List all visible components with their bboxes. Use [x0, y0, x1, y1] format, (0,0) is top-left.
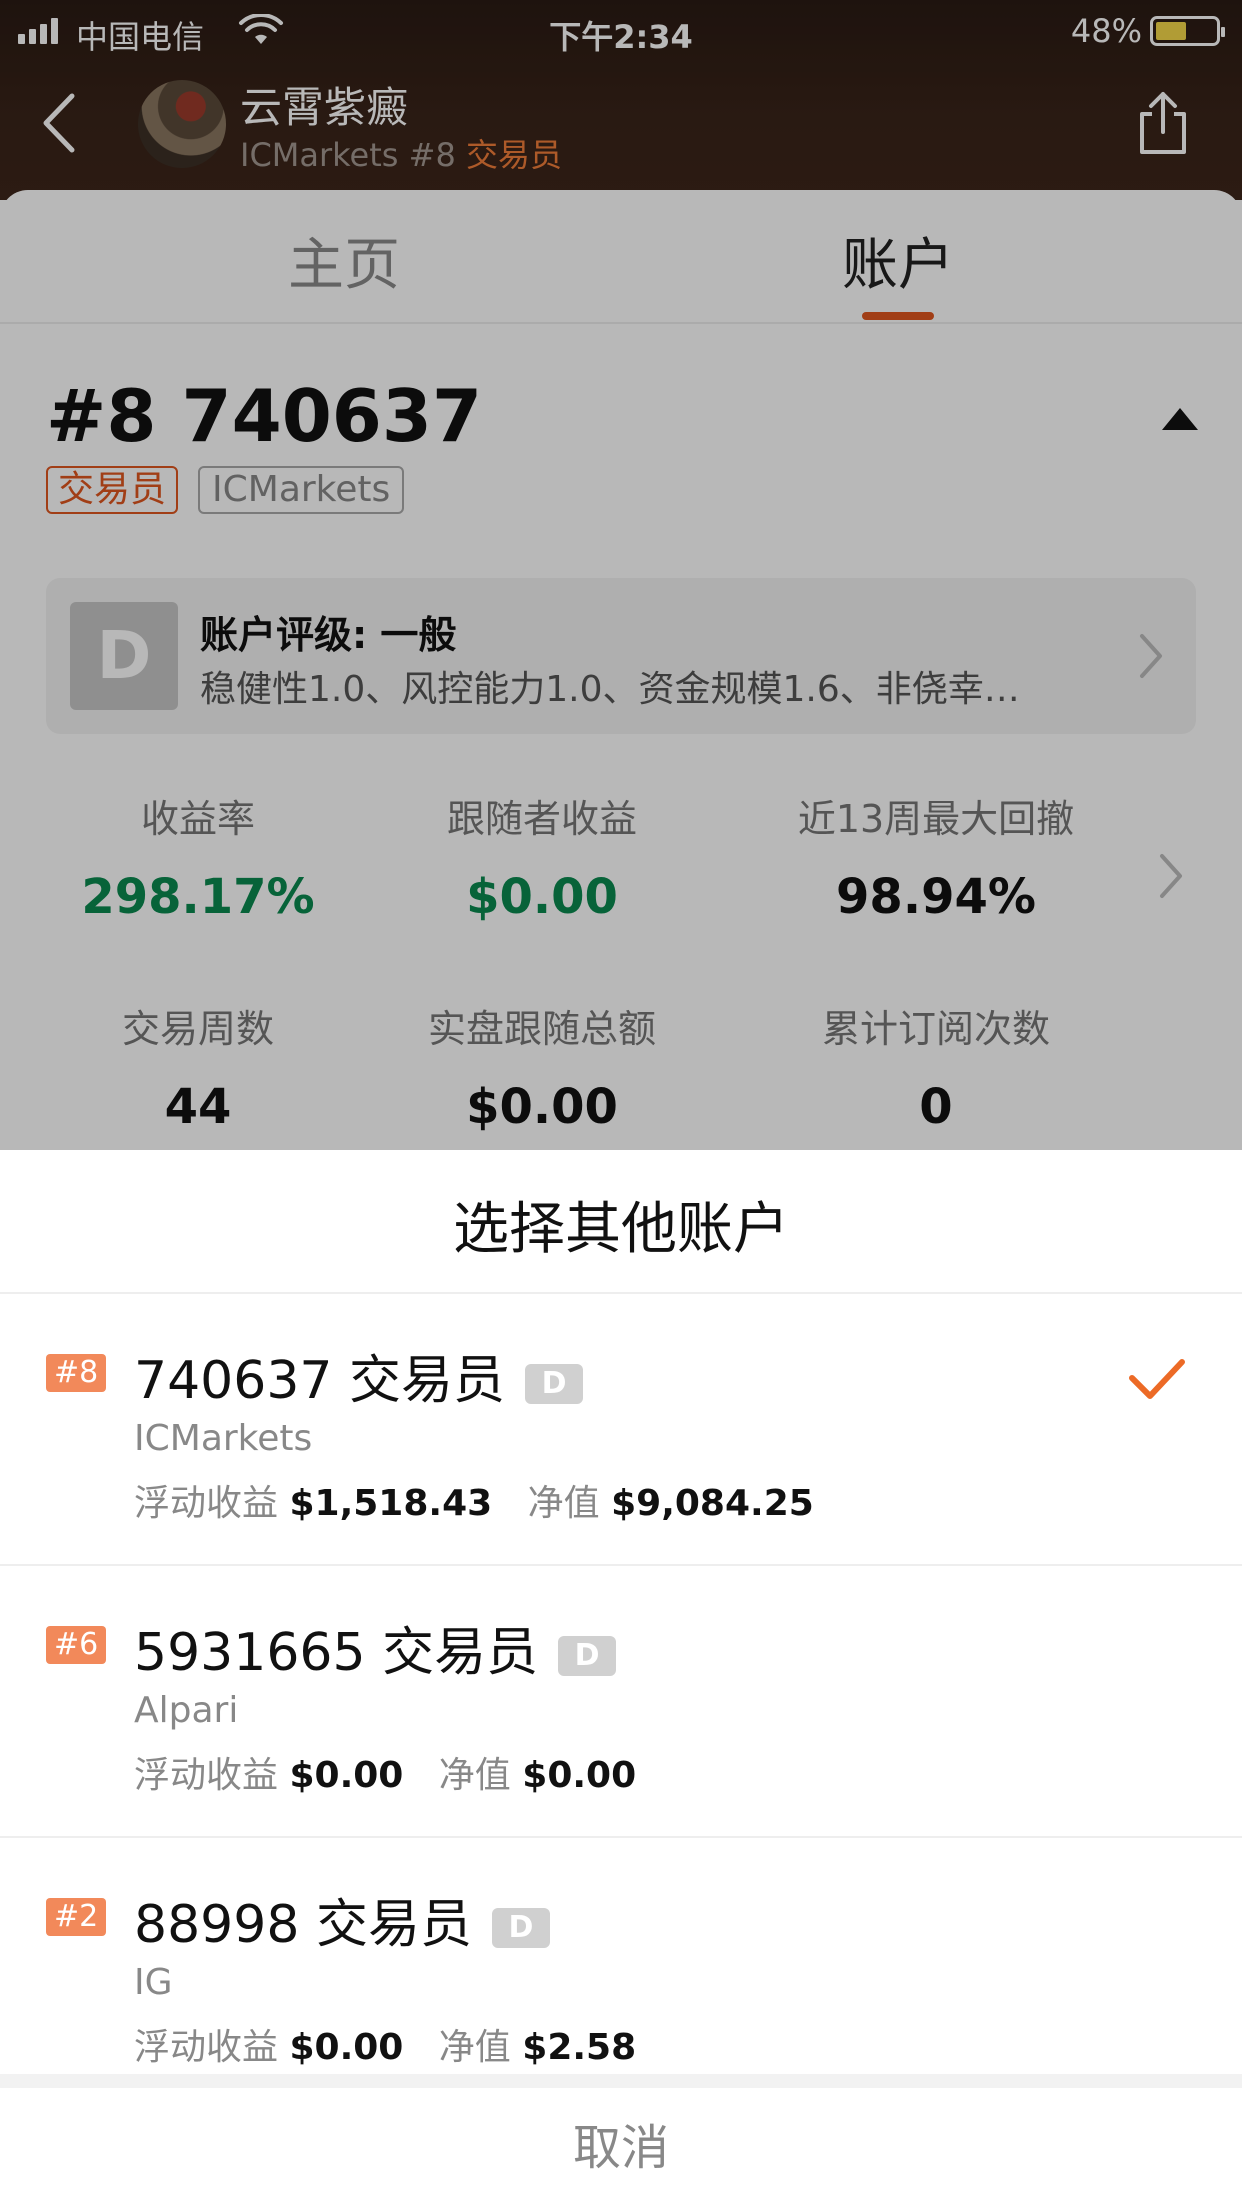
equity-label: 净值	[438, 2027, 511, 2068]
equity-label: 净值	[438, 1755, 511, 1796]
account-option-label: 740637 交易员	[134, 1351, 506, 1411]
divider	[0, 2074, 1242, 2088]
account-picker-sheet: 选择其他账户 #8 740637 交易员 D ICMarkets 浮动收益 $1,…	[0, 1150, 1242, 2208]
account-option-broker: Alpari	[134, 1690, 239, 1731]
account-option-label: 88998 交易员	[134, 1895, 472, 1955]
level-badge: D	[525, 1364, 584, 1404]
account-option[interactable]: #2 88998 交易员 D IG 浮动收益 $0.00 净值 $2.58	[0, 1838, 1242, 2074]
float-value: $0.00	[289, 1755, 404, 1796]
float-value: $1,518.43	[289, 1483, 493, 1524]
checkmark-icon	[1129, 1359, 1185, 1399]
float-label: 浮动收益	[134, 2027, 279, 2068]
account-option-title: 5931665 交易员 D	[134, 1610, 617, 1685]
account-option-broker: ICMarkets	[134, 1418, 313, 1459]
account-option-title: 88998 交易员 D	[134, 1882, 550, 1957]
equity-value: $2.58	[522, 2027, 637, 2068]
float-value: $0.00	[289, 2027, 404, 2068]
account-option-meta: 浮动收益 $0.00 净值 $2.58	[134, 2018, 636, 2070]
account-option-meta: 浮动收益 $1,518.43 净值 $9,084.25	[134, 1474, 814, 1526]
account-option-meta: 浮动收益 $0.00 净值 $0.00	[134, 1746, 636, 1798]
account-option[interactable]: #6 5931665 交易员 D Alpari 浮动收益 $0.00 净值 $0.…	[0, 1566, 1242, 1838]
rank-badge: #8	[46, 1354, 107, 1392]
cancel-button[interactable]: 取消	[0, 2088, 1242, 2208]
account-option-title: 740637 交易员 D	[134, 1338, 584, 1413]
account-option[interactable]: #8 740637 交易员 D ICMarkets 浮动收益 $1,518.43 …	[0, 1294, 1242, 1566]
modal-backdrop[interactable]	[0, 0, 1242, 1150]
rank-badge: #6	[46, 1626, 107, 1664]
sheet-title: 选择其他账户	[453, 1197, 789, 1262]
float-label: 浮动收益	[134, 1755, 279, 1796]
equity-label: 净值	[527, 1483, 600, 1524]
account-option-label: 5931665 交易员	[134, 1623, 539, 1683]
rank-badge: #2	[46, 1898, 107, 1936]
level-badge: D	[491, 1908, 550, 1948]
equity-value: $0.00	[522, 1755, 637, 1796]
float-label: 浮动收益	[134, 1483, 279, 1524]
equity-value: $9,084.25	[611, 1483, 814, 1524]
level-badge: D	[558, 1636, 617, 1676]
account-option-broker: IG	[134, 1962, 173, 2003]
